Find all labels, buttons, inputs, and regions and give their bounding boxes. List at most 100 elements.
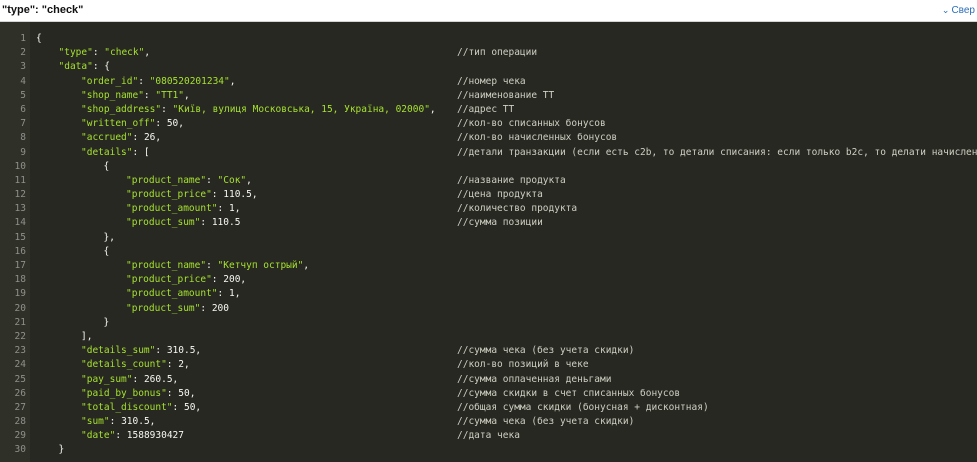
punctuation-token: : — [200, 302, 212, 314]
punctuation-token: , — [144, 47, 151, 59]
line-number: 6 — [20, 103, 26, 115]
code-text: ], — [81, 330, 92, 344]
code-comment: //название продукта — [457, 174, 566, 186]
code-line: 13 "product_amount": 1, //количество проду… — [0, 202, 977, 216]
code-text: "product_amount": 1, — [126, 202, 240, 216]
code-comment: //общая сумма скидки (бонусная + дисконт… — [457, 401, 709, 413]
code-comment: //количество продукта — [457, 203, 578, 215]
line-number: 23 — [14, 345, 26, 357]
string-token: "product_sum" — [126, 302, 201, 314]
code-text: "details": [ — [81, 146, 150, 160]
number-token: 200 — [223, 274, 241, 286]
number-token: 50 — [178, 387, 190, 399]
line-number: 3 — [20, 61, 26, 73]
string-token: "accrued" — [81, 132, 133, 144]
code-comment: //сумма скидки в счет списанных бонусов — [457, 387, 681, 399]
code-text: "shop_name": "ТТ1", — [81, 89, 190, 103]
code-line: 12 "product_price": 110.5, //цена продукта — [0, 188, 977, 202]
code-line: 6 "shop_address": "Київ, вулиця Московськ… — [0, 103, 977, 117]
number-token: 110.5 — [223, 189, 252, 201]
line-number: 10 — [14, 160, 26, 172]
string-token: "written_off" — [81, 118, 156, 130]
code-text: }, — [104, 231, 115, 245]
code-line: 9 "details": [//детали транзакции (если е… — [0, 146, 977, 160]
punctuation-token: : — [206, 174, 218, 186]
string-token: "080520201234" — [149, 75, 230, 87]
code-text: "product_amount": 1, — [126, 287, 240, 301]
number-token: 26 — [143, 132, 156, 144]
punctuation-token: : — [211, 189, 224, 201]
code-comment: //наименование ТТ — [457, 89, 555, 101]
line-number: 7 — [20, 118, 26, 130]
code-text: "details_count": 2, — [81, 358, 190, 372]
punctuation-token: : — [200, 217, 212, 229]
number-token: 260.5 — [143, 373, 173, 385]
chevron-down-icon: ⌄ — [941, 5, 950, 15]
punctuation-token: , — [183, 359, 190, 371]
code-line: 25 "pay_sum": 260.5, //сумма оплаченная де… — [0, 373, 977, 387]
string-token: "product_price" — [126, 189, 212, 201]
punctuation-token: { — [36, 33, 42, 44]
punctuation-token: , — [240, 274, 247, 286]
code-line: 10 { — [0, 160, 977, 174]
code-comment: //тип операции — [457, 47, 538, 59]
string-token: "product_amount" — [126, 288, 218, 300]
line-number: 15 — [14, 231, 26, 243]
code-line: 29 "date": 1588930427 //дата чека — [0, 429, 977, 443]
line-number: 9 — [20, 146, 26, 158]
collapse-button[interactable]: ⌄ Свер — [942, 5, 975, 16]
code-line: 4 "order_id": "080520201234", //номер чека — [0, 75, 977, 89]
panel-header: "type": "check" ⌄ Свер — [0, 0, 977, 22]
code-comment: //адрес ТТ — [457, 103, 515, 115]
code-comment: //сумма позиции — [457, 217, 543, 229]
line-number: 17 — [14, 260, 26, 271]
string-token: "shop_address" — [81, 103, 162, 115]
code-text: "product_sum": 200 — [126, 302, 229, 316]
line-number: 14 — [14, 217, 26, 229]
code-text: "type": "check", — [59, 46, 151, 60]
code-comment: //дата чека — [457, 430, 520, 442]
line-number: 13 — [14, 203, 26, 215]
code-comment: //кол-во позиций в чеке — [457, 359, 589, 371]
code-line: 3 "data": { — [0, 60, 977, 74]
code-comment: //кол-во списанных бонусов — [457, 118, 606, 130]
line-number: 8 — [20, 132, 26, 144]
code-line: 1{ — [0, 32, 977, 46]
line-number: 4 — [20, 75, 26, 87]
punctuation-token: , — [172, 373, 179, 385]
punctuation-token: , — [234, 288, 241, 300]
punctuation-token: : — [217, 203, 229, 215]
code-comment: //сумма чека (без учета скидки) — [457, 416, 635, 428]
punctuation-token: { — [103, 160, 110, 172]
code-text: "product_name": "Сок", — [126, 174, 252, 188]
punctuation-token: : — [155, 118, 167, 130]
string-token: "product_amount" — [126, 203, 218, 215]
code-line: 28 "sum": 310.5, //сумма чека (без учета с… — [0, 415, 977, 429]
code-line: 16 { — [0, 245, 977, 259]
code-editor[interactable]: 1{2 "type": "check",//тип операции 3 "data"… — [0, 22, 977, 462]
number-token: 310.5 — [166, 345, 196, 357]
code-line: 18 "product_price": 200, — [0, 273, 977, 287]
string-token: "data" — [58, 61, 93, 73]
string-token: "Сок" — [217, 174, 247, 186]
punctuation-token: , — [178, 118, 184, 130]
code-text: "written_off": 50, — [81, 117, 184, 131]
punctuation-token: : — [206, 260, 218, 271]
punctuation-token: : — [132, 373, 144, 385]
string-token: "shop_name" — [81, 89, 144, 101]
number-token: 310.5 — [121, 416, 150, 428]
code-line: 24 "details_count": 2, //кол-во позиций в … — [0, 358, 977, 372]
string-token: "total_discount" — [81, 401, 173, 413]
line-number: 16 — [14, 245, 26, 257]
code-line: 11 "product_name": "Сок", //название проду… — [0, 174, 977, 188]
code-line: 30} — [0, 443, 977, 457]
punctuation-token: : — [132, 132, 144, 144]
punctuation-token: } — [58, 444, 65, 456]
code-text: } — [59, 443, 65, 457]
line-number: 27 — [14, 401, 26, 413]
string-token: "ТТ1" — [155, 89, 184, 101]
line-number: 28 — [14, 416, 26, 428]
code-line: 5 "shop_name": "ТТ1", //наименование ТТ — [0, 89, 977, 103]
punctuation-token: }, — [103, 231, 115, 243]
punctuation-token: : — [115, 430, 127, 442]
